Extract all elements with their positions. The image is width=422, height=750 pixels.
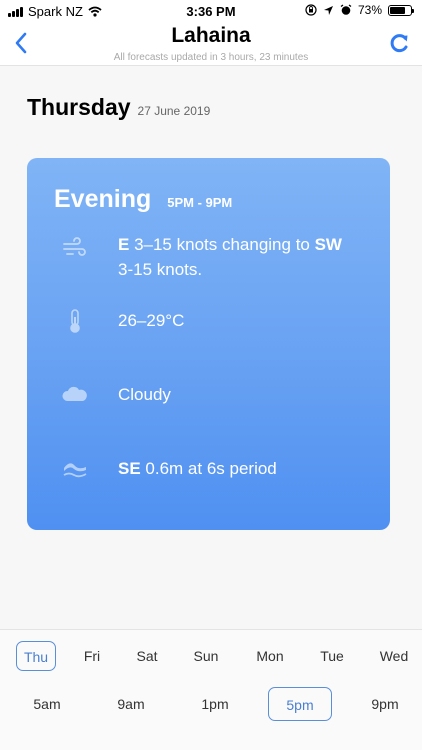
battery-icon [388, 4, 414, 16]
day-heading: Thursday 27 June 2019 [27, 94, 210, 121]
time-tab-9am[interactable]: 9am [103, 687, 159, 721]
bottom-selector: Thu Fri Sat Sun Mon Tue Wed 5am 9am 1pm … [0, 629, 422, 750]
location-icon [323, 5, 333, 15]
status-right: 73% [305, 3, 414, 17]
time-tab-1pm[interactable]: 1pm [187, 687, 243, 721]
day-tab-fri[interactable]: Fri [72, 641, 112, 671]
nav-header: Lahaina All forecasts updated in 3 hours… [0, 22, 422, 66]
wind-to-direction: SW [314, 235, 342, 254]
refresh-button[interactable] [386, 30, 412, 56]
forecast-card: Evening 5PM - 9PM E 3–15 knots changing … [27, 158, 390, 530]
alarm-icon [340, 4, 352, 15]
wind-icon [63, 237, 86, 256]
period-name: Evening [54, 185, 152, 213]
swell-text: SE 0.6m at 6s period [118, 456, 370, 481]
day-tab-thu[interactable]: Thu [16, 641, 56, 671]
time-tab-5am[interactable]: 5am [20, 687, 74, 721]
wind-from-direction: E [118, 235, 130, 254]
period-hours: 5PM - 9PM [167, 195, 233, 210]
battery-fill [390, 6, 405, 14]
day-date: 27 June 2019 [137, 104, 211, 118]
day-name: Thursday [27, 94, 131, 120]
day-tab-sun[interactable]: Sun [186, 641, 226, 671]
status-bar: Spark NZ 3:36 PM 73% [0, 0, 422, 22]
refresh-icon [390, 34, 408, 53]
sky-text: Cloudy [118, 385, 171, 404]
day-tab-wed[interactable]: Wed [373, 641, 415, 671]
update-status: All forecasts updated in 3 hours, 23 min… [113, 52, 309, 63]
screen-lock-icon [305, 4, 317, 16]
thermometer-icon [70, 309, 80, 333]
day-tab-tue[interactable]: Tue [312, 641, 352, 671]
wave-icon [63, 463, 87, 478]
cloud-icon [62, 386, 87, 401]
page-title: Lahaina [171, 24, 251, 47]
day-tab-sat[interactable]: Sat [127, 641, 167, 671]
day-tab-mon[interactable]: Mon [249, 641, 291, 671]
period-row: Evening 5PM - 9PM [54, 185, 232, 214]
wind-from-text: 3–15 knots changing to [129, 235, 315, 254]
battery-percent: 73% [357, 3, 382, 17]
swell-description: 0.6m at 6s period [140, 459, 277, 478]
wind-text: E 3–15 knots changing to SW 3-15 knots. [118, 232, 370, 282]
temperature-text: 26–29°C [118, 311, 185, 330]
time-tab-9pm[interactable]: 9pm [358, 687, 412, 721]
time-tab-5pm[interactable]: 5pm [268, 687, 332, 721]
wind-to-text: 3-15 knots. [118, 260, 203, 279]
swell-direction: SE [118, 459, 141, 478]
